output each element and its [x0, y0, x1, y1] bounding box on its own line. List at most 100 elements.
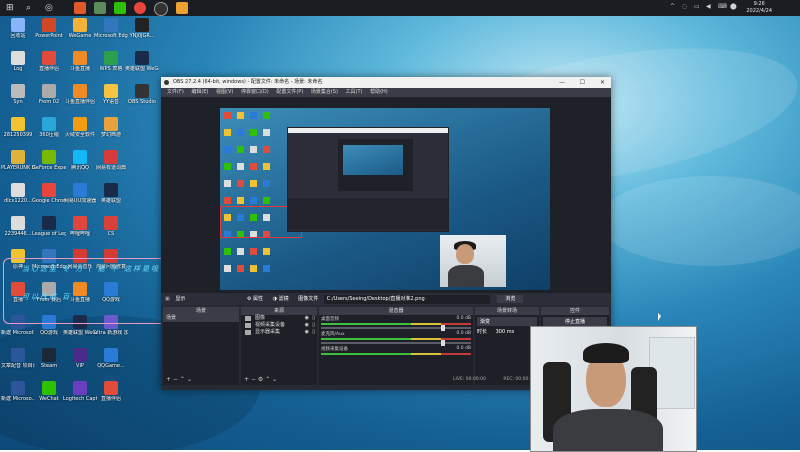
- tray-status-icon[interactable]: ⬤: [730, 3, 737, 10]
- tray-keyboard-icon[interactable]: ⌨: [718, 3, 727, 10]
- desktop-icon[interactable]: 2239446...: [1, 216, 35, 237]
- add-scene-icon[interactable]: +: [166, 376, 171, 383]
- desktop-icon[interactable]: dlcx1220...: [1, 183, 35, 204]
- menu-scene-collection[interactable]: 场景集合(S): [311, 89, 338, 95]
- lock-icon[interactable]: ▯: [312, 322, 315, 329]
- desktop-icon[interactable]: 网易有道词典: [94, 150, 128, 171]
- move-down-icon[interactable]: ⌄: [187, 376, 192, 383]
- desktop-icon[interactable]: QQGame...: [94, 348, 128, 369]
- taskbar-app-icon[interactable]: [94, 2, 106, 14]
- desktop-icon[interactable]: League of Legends: [32, 216, 66, 237]
- desktop-icon[interactable]: From 02: [32, 84, 66, 105]
- desktop-icon[interactable]: 281250399: [1, 117, 35, 138]
- desktop-icon[interactable]: WeGame: [63, 18, 97, 39]
- menu-tools[interactable]: 工具(T): [346, 89, 363, 95]
- desktop-icon[interactable]: 文章配音 项目计划: [1, 348, 35, 369]
- move-down-icon[interactable]: ⌄: [272, 376, 277, 383]
- menu-view[interactable]: 视图(V): [216, 89, 233, 95]
- desktop-icon[interactable]: YNJ0JGR...: [125, 18, 159, 39]
- mixer-channel: 视频采集设备 0.0 dB: [319, 345, 473, 357]
- filters-button[interactable]: ◑ 滤镜: [273, 296, 289, 302]
- remove-scene-icon[interactable]: −: [173, 376, 178, 383]
- menu-help[interactable]: 帮助(H): [370, 89, 388, 95]
- desktop-icon[interactable]: 英雄联盟 WeGame版: [125, 51, 159, 72]
- properties-button[interactable]: ⚙ 属性: [247, 296, 263, 302]
- source-item[interactable]: 图像 ◉ ▯: [241, 315, 317, 322]
- taskbar-app-icon[interactable]: [74, 2, 86, 14]
- desktop-icon[interactable]: 直播伴侣: [94, 381, 128, 402]
- desktop-icon[interactable]: 斗鱼直播: [63, 51, 97, 72]
- desktop-icon[interactable]: 网易UU加速器: [63, 183, 97, 204]
- desktop-icon[interactable]: 新建 Microso...: [1, 381, 35, 402]
- source-item[interactable]: 视频采集设备 ◉ ▯: [241, 322, 317, 329]
- desktop-icon[interactable]: GeForce Experience: [32, 150, 66, 171]
- desktop-icon[interactable]: 英雄联盟: [94, 183, 128, 204]
- menu-profile[interactable]: 配置文件(P): [276, 89, 303, 95]
- start-icon[interactable]: ⊞: [6, 2, 14, 14]
- desktop-icon[interactable]: 哔哩哔哩: [63, 216, 97, 237]
- visibility-eye-icon[interactable]: ◉: [305, 322, 309, 329]
- preview-icon-tile: [250, 180, 257, 187]
- desktop-icon[interactable]: PLAYERUNK BATTLEGR...: [1, 150, 35, 171]
- obs-title-bar[interactable]: OBS 27.2.4 (64-bit, windows) - 配置文件: 未命名…: [161, 77, 611, 88]
- menu-file[interactable]: 文件(F): [167, 89, 184, 95]
- lock-icon[interactable]: ▯: [312, 315, 315, 322]
- scene-item[interactable]: 场景: [163, 315, 239, 322]
- desktop-icon[interactable]: Steam: [32, 348, 66, 369]
- tray-volume-icon[interactable]: ◀: [706, 3, 711, 10]
- source-settings-icon[interactable]: ⚙: [258, 376, 263, 383]
- clock[interactable]: 9:26 2022/4/24: [746, 1, 772, 15]
- desktop-icon[interactable]: VIP: [63, 348, 97, 369]
- desktop-icon[interactable]: Microsoft Edge: [94, 18, 128, 39]
- taskbar-app-icon[interactable]: [176, 2, 188, 14]
- desktop-icon[interactable]: CS: [94, 216, 128, 237]
- transition-select[interactable]: 渐变: [477, 317, 537, 326]
- move-up-icon[interactable]: ⌃: [265, 376, 270, 383]
- close-icon[interactable]: ✕: [600, 77, 605, 88]
- desktop-icon[interactable]: 斗鱼直播伴侣: [63, 84, 97, 105]
- desktop-icon-label: Steam: [40, 363, 58, 369]
- duration-field[interactable]: 300 ms: [491, 329, 519, 335]
- source-item[interactable]: 显示器采集 ◉ ▯: [241, 329, 317, 336]
- move-up-icon[interactable]: ⌃: [180, 376, 185, 383]
- visibility-eye-icon[interactable]: ◉: [305, 315, 309, 322]
- remove-source-icon[interactable]: −: [251, 376, 256, 383]
- image-path-field[interactable]: C:/Users/Seeing/Desktop/直播对准2.png: [323, 295, 490, 304]
- preview-canvas[interactable]: [220, 108, 550, 290]
- desktop-icon[interactable]: 腾讯QQ: [63, 150, 97, 171]
- desktop-icon[interactable]: PowerPoint: [32, 18, 66, 39]
- desktop-icon[interactable]: 360压缩: [32, 117, 66, 138]
- task-view-icon[interactable]: ◎: [45, 2, 53, 14]
- desktop-icon[interactable]: OBS Studio: [125, 84, 159, 105]
- visibility-eye-icon[interactable]: ◉: [305, 329, 309, 336]
- tray-network-icon[interactable]: ▭: [694, 3, 700, 10]
- taskbar-obs-icon[interactable]: [154, 2, 168, 16]
- desktop-icon[interactable]: YY语音: [94, 84, 128, 105]
- desktop-icon[interactable]: Google Chrome: [32, 183, 66, 204]
- volume-slider[interactable]: [321, 325, 471, 331]
- desktop-icon[interactable]: WeChat: [32, 381, 66, 402]
- volume-slider[interactable]: [321, 340, 471, 346]
- desktop-icon[interactable]: Logitech Capture: [63, 381, 97, 402]
- desktop-icon[interactable]: Syn: [1, 84, 35, 105]
- add-source-icon[interactable]: +: [244, 376, 249, 383]
- desktop-icon[interactable]: 梦幻西游: [94, 117, 128, 138]
- taskbar-wechat-icon[interactable]: [114, 2, 126, 14]
- desktop-icon[interactable]: 火绒安全软件: [63, 117, 97, 138]
- browse-button[interactable]: 浏览: [497, 295, 524, 303]
- lock-icon[interactable]: ▯: [312, 329, 315, 336]
- taskbar-chrome-icon[interactable]: [134, 2, 146, 14]
- tray-app-icon[interactable]: ◌: [682, 3, 687, 10]
- desktop-icon[interactable]: 直播伴侣: [32, 51, 66, 72]
- tray-up-icon[interactable]: ^: [670, 3, 675, 10]
- maximize-icon[interactable]: ☐: [580, 77, 585, 88]
- menu-docks[interactable]: 停靠窗口(D): [241, 89, 269, 95]
- desktop-icon[interactable]: Log: [1, 51, 35, 72]
- search-icon[interactable]: ⌕: [26, 2, 31, 14]
- minimize-icon[interactable]: —: [559, 77, 565, 88]
- obs-preview[interactable]: [161, 97, 611, 293]
- menu-edit[interactable]: 编辑(E): [191, 89, 208, 95]
- desktop-icon[interactable]: 回收站: [1, 18, 35, 39]
- desktop-icon[interactable]: WPS 表格: [94, 51, 128, 72]
- stop-streaming-button[interactable]: 停止直播: [543, 317, 607, 326]
